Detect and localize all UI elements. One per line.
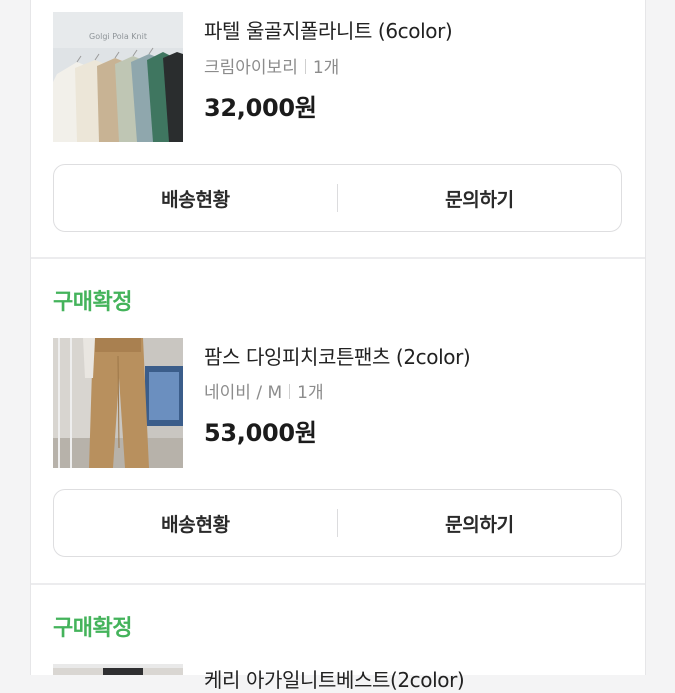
order-status-label: 구매확정	[53, 290, 132, 315]
option-label: 크림아이보리	[204, 58, 298, 78]
product-name[interactable]: 파텔 울골지폴라니트 (6color)	[204, 15, 453, 44]
product-thumbnail[interactable]	[53, 664, 183, 675]
product-option: 크림아이보리 1개	[204, 53, 339, 78]
product-thumbnail[interactable]: Golgi Pola Knit	[53, 12, 183, 142]
shipping-status-button[interactable]: 배송현황	[54, 490, 337, 556]
pants-image	[53, 338, 183, 468]
quantity-label: 1개	[297, 383, 324, 403]
order-actions: 배송현황 문의하기	[53, 164, 622, 232]
option-separator	[289, 384, 291, 399]
product-name[interactable]: 케리 아가일니트베스트(2color)	[204, 664, 465, 693]
image-caption-line2: Golgi Pola Knit	[89, 32, 147, 41]
order-actions: 배송현황 문의하기	[53, 489, 622, 557]
product-name[interactable]: 팜스 다잉피치코튼팬츠 (2color)	[204, 341, 471, 370]
product-thumbnail[interactable]	[53, 338, 183, 468]
quantity-label: 1개	[312, 58, 340, 78]
knit-vest-image	[53, 668, 183, 675]
product-option: 네이비 / M 1개	[204, 378, 324, 403]
order-list: Golgi Pola Knit 파텔 울골지폴라니트 (6color) 크림아이…	[30, 0, 646, 692]
inquiry-button[interactable]: 문의하기	[338, 490, 621, 556]
section-divider	[31, 583, 645, 585]
product-price: 32,000원	[204, 94, 317, 122]
option-separator	[304, 59, 306, 74]
knit-sweater-image: Golgi Pola Knit	[53, 12, 183, 142]
order-status-label: 구매확정	[53, 616, 132, 641]
shipping-status-button[interactable]: 배송현황	[54, 165, 337, 231]
product-price: 53,000원	[204, 419, 317, 447]
section-divider	[31, 257, 645, 259]
inquiry-button[interactable]: 문의하기	[338, 165, 621, 231]
option-label: 네이비 / M	[204, 383, 283, 403]
